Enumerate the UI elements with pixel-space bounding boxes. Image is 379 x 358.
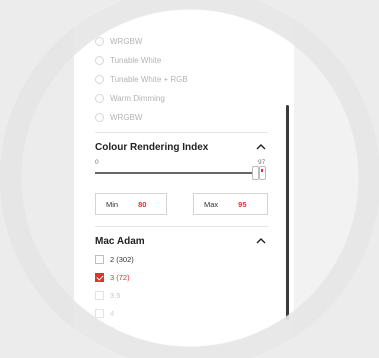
mac-adam-section-title: Mac Adam xyxy=(95,236,145,247)
chevron-up-icon[interactable] xyxy=(256,142,266,152)
screenshot-canvas: WRGBW Tunable White Tunable White + RGB … xyxy=(0,0,379,358)
scrollbar[interactable] xyxy=(286,0,290,358)
cri-max-label: Max xyxy=(204,199,219,209)
option-wrgbw-top[interactable]: WRGBW xyxy=(95,34,142,48)
option-label: Tunable White + RGB xyxy=(110,74,188,84)
mac-adam-option[interactable]: 4 xyxy=(95,307,114,319)
cri-min-box[interactable]: Min 80 xyxy=(95,193,167,215)
cri-min-value[interactable]: 80 xyxy=(138,200,146,209)
mac-adam-option[interactable]: 2 (302) xyxy=(95,253,134,265)
option-label: Warm Dimming xyxy=(110,93,165,103)
cri-section-title: Colour Rendering Index xyxy=(95,142,209,153)
option-label: WRGBW xyxy=(110,112,143,122)
option-label: 3.5 xyxy=(110,290,121,300)
option-label: Tunable White xyxy=(110,55,162,65)
cri-max-box[interactable]: Max 95 xyxy=(193,193,268,215)
option-label: 4 xyxy=(110,308,115,318)
checkbox-icon[interactable] xyxy=(95,290,104,300)
slider-max-label: 97 xyxy=(258,159,266,166)
option-label: 2 (302) xyxy=(110,254,134,264)
option-tunable-white[interactable]: Tunable White xyxy=(95,53,161,67)
section-divider xyxy=(95,132,268,133)
option-label: 5 xyxy=(110,324,115,334)
option-warm-dimming[interactable]: Warm Dimming xyxy=(95,91,165,105)
option-wrgbw[interactable]: WRGBW xyxy=(95,110,142,124)
scrollbar-thumb[interactable] xyxy=(286,105,289,320)
radio-icon[interactable] xyxy=(95,55,104,65)
radio-icon[interactable] xyxy=(95,74,104,84)
cri-max-value[interactable]: 95 xyxy=(238,200,246,209)
cri-slider-track[interactable] xyxy=(95,172,263,174)
cri-slider-fill xyxy=(95,172,263,174)
radio-icon[interactable] xyxy=(95,93,104,103)
chevron-up-icon[interactable] xyxy=(256,236,266,246)
radio-icon[interactable] xyxy=(95,112,104,122)
radio-icon[interactable] xyxy=(95,36,104,46)
checkbox-icon[interactable] xyxy=(95,308,104,318)
slider-handle-marker xyxy=(261,169,263,172)
option-label: 3 (72) xyxy=(110,272,130,282)
option-tunable-white-rgb[interactable]: Tunable White + RGB xyxy=(95,72,188,86)
checkbox-icon[interactable] xyxy=(95,254,104,264)
content-area xyxy=(294,0,379,358)
cri-min-label: Min xyxy=(106,199,119,209)
mac-adam-option[interactable]: 5 xyxy=(95,323,114,335)
section-divider xyxy=(95,226,268,227)
option-label: WRGBW xyxy=(110,36,143,46)
slider-min-label: 0 xyxy=(95,159,99,166)
mac-adam-option[interactable]: 3 (72) xyxy=(95,271,130,283)
checkbox-checked-icon[interactable] xyxy=(95,272,104,282)
checkbox-icon[interactable] xyxy=(95,324,104,334)
cri-slider-handle-min[interactable] xyxy=(252,166,259,180)
mac-adam-option[interactable]: 3.5 xyxy=(95,289,120,301)
